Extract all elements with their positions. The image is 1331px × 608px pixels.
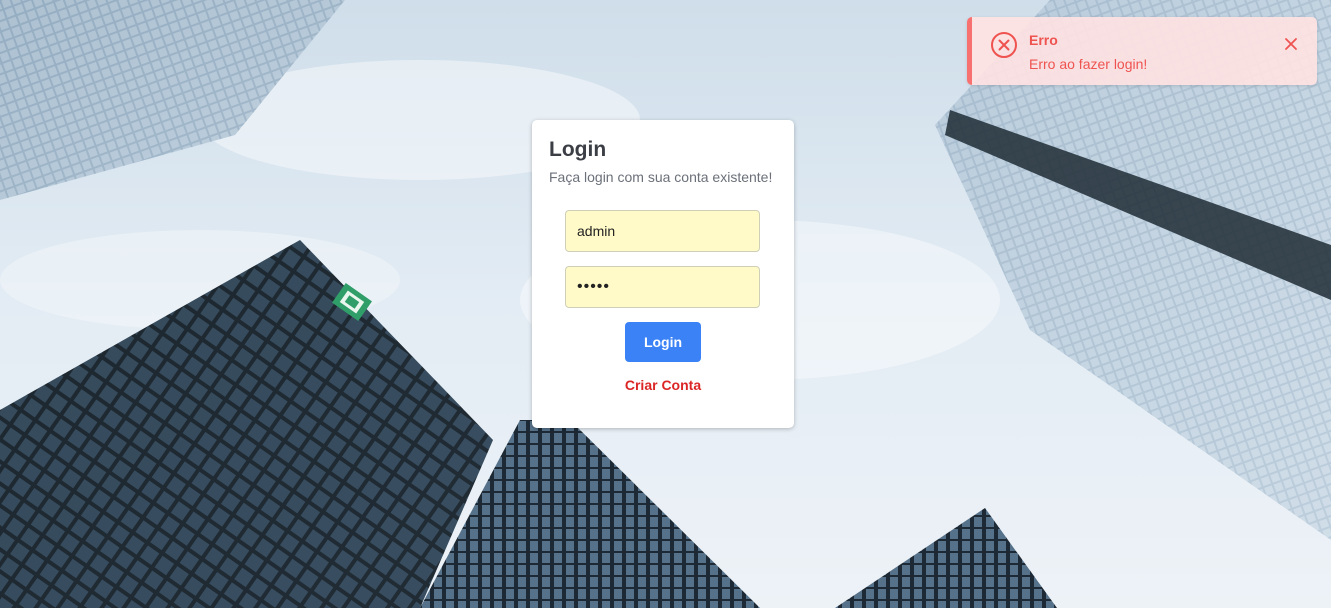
error-circle-x-icon (991, 32, 1017, 58)
login-subtitle: Faça login com sua conta existente! (549, 169, 773, 185)
toast-message: Erro ao fazer login! (1029, 56, 1148, 72)
login-card: Login Faça login com sua conta existente… (532, 120, 794, 428)
password-input[interactable] (565, 266, 760, 308)
username-input[interactable] (565, 210, 760, 252)
create-account-link[interactable]: Criar Conta (532, 377, 794, 393)
error-toast: Erro Erro ao fazer login! (967, 17, 1317, 85)
toast-title: Erro (1029, 32, 1058, 48)
login-page: Login Faça login com sua conta existente… (0, 0, 1331, 608)
login-button[interactable]: Login (625, 322, 701, 362)
close-icon[interactable] (1282, 35, 1300, 53)
login-title: Login (549, 138, 607, 161)
